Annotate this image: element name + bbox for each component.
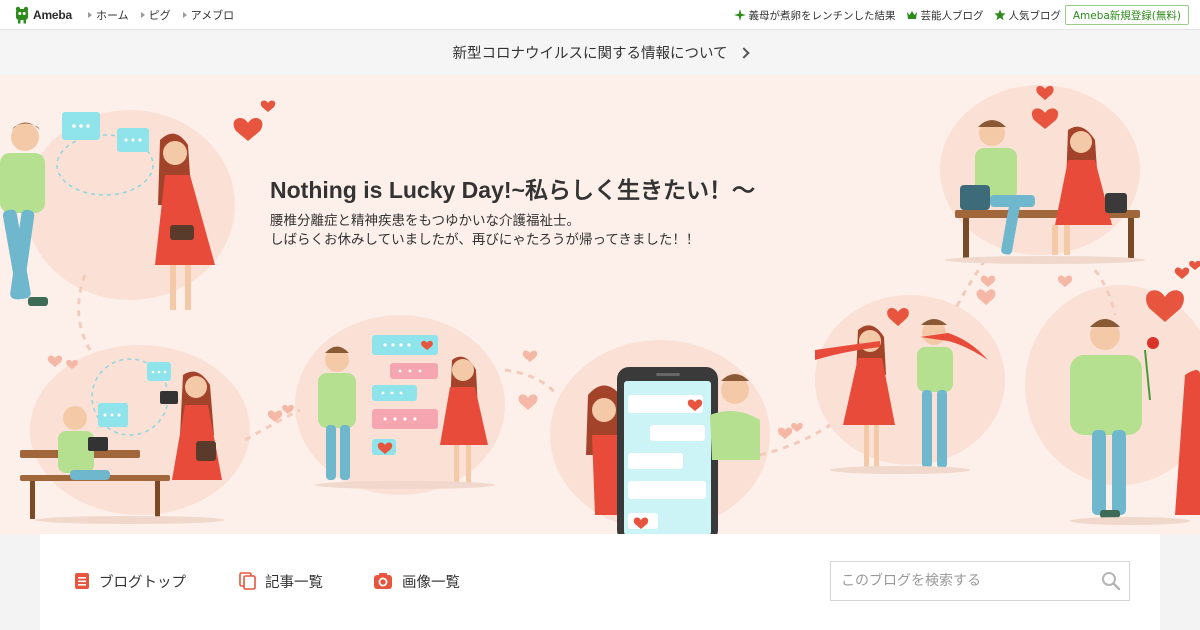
- nav-pigg-link[interactable]: ピグ: [140, 7, 171, 23]
- celebrity-blog-link[interactable]: 芸能人ブログ: [906, 8, 984, 23]
- blog-search-input[interactable]: [831, 562, 1091, 600]
- blog-search-box: [830, 561, 1130, 601]
- article-list-label: 記事一覧: [265, 574, 323, 591]
- image-list-label: 画像一覧: [402, 574, 460, 591]
- sparkle-icon: [733, 9, 746, 21]
- nav-home-label: ホーム: [96, 9, 129, 22]
- blog-title[interactable]: Nothing is Lucky Day!~私らしく生きたい！〜: [270, 171, 755, 205]
- nav-ameblo-link[interactable]: アメブロ: [182, 7, 235, 23]
- star-icon: [993, 9, 1006, 21]
- ameba-mascot-icon: [15, 6, 29, 24]
- document-icon: [75, 573, 89, 589]
- blog-header: Nothing is Lucky Day!~私らしく生きたい！〜 腰椎分離症と精…: [0, 75, 1200, 535]
- blog-top-label: ブログトップ: [99, 574, 186, 591]
- image-list-link[interactable]: 画像一覧: [373, 570, 460, 592]
- popular-blog-label: 人気ブログ: [1008, 9, 1062, 22]
- crown-icon: [906, 11, 917, 19]
- popular-blog-link[interactable]: 人気ブログ: [993, 8, 1062, 23]
- notice-text: 新型コロナウイルスに関する情報について: [452, 46, 728, 62]
- signup-button[interactable]: Ameba新規登録(無料): [1064, 5, 1189, 25]
- blog-description-line: 腰椎分離症と精神疾患をもつゆかいな介護福祉士。: [270, 213, 580, 229]
- trending-nav: 義母が煮卵をレンチンした結果 芸能人ブログ 人気ブログ: [733, 0, 1062, 30]
- copy-icon: [239, 572, 256, 590]
- blog-description: 腰椎分離症と精神疾患をもつゆかいな介護福祉士。 しばらくお休みしていましたが、再…: [270, 212, 699, 250]
- article-list-link[interactable]: 記事一覧: [239, 570, 323, 592]
- celebrity-blog-label: 芸能人ブログ: [920, 9, 984, 22]
- trending-topic-link[interactable]: 義母が煮卵をレンチンした結果: [733, 8, 896, 23]
- logo-text: Ameba: [33, 8, 73, 22]
- caret-right-icon: [140, 12, 145, 18]
- blog-nav: ブログトップ 記事一覧 画像一覧: [40, 534, 1160, 630]
- nav-home-link[interactable]: ホーム: [88, 7, 129, 23]
- service-nav: ホーム ピグ アメブロ: [88, 0, 234, 30]
- chevron-right-icon: [737, 46, 750, 59]
- nav-pigg-label: ピグ: [148, 9, 171, 22]
- blog-top-link[interactable]: ブログトップ: [74, 570, 186, 592]
- top-bar: Ameba ホーム ピグ アメブロ 義母が煮卵をレンチンした結果 芸能人ブログ: [0, 0, 1200, 30]
- caret-right-icon: [182, 12, 187, 18]
- ameba-logo[interactable]: Ameba: [14, 6, 72, 24]
- nav-ameblo-label: アメブロ: [190, 9, 235, 22]
- trending-topic-label: 義母が煮卵をレンチンした結果: [748, 9, 896, 22]
- phone-couple-figure: [586, 367, 760, 535]
- search-icon[interactable]: [1101, 571, 1121, 591]
- blog-description-line: しばらくお休みしていましたが、再びにゃたろうが帰ってきました！！: [270, 232, 700, 248]
- caret-right-icon: [88, 12, 92, 18]
- camera-icon: [374, 573, 392, 589]
- header-illustration: [0, 85, 1200, 535]
- covid-notice-link[interactable]: 新型コロナウイルスに関する情報について: [0, 30, 1200, 75]
